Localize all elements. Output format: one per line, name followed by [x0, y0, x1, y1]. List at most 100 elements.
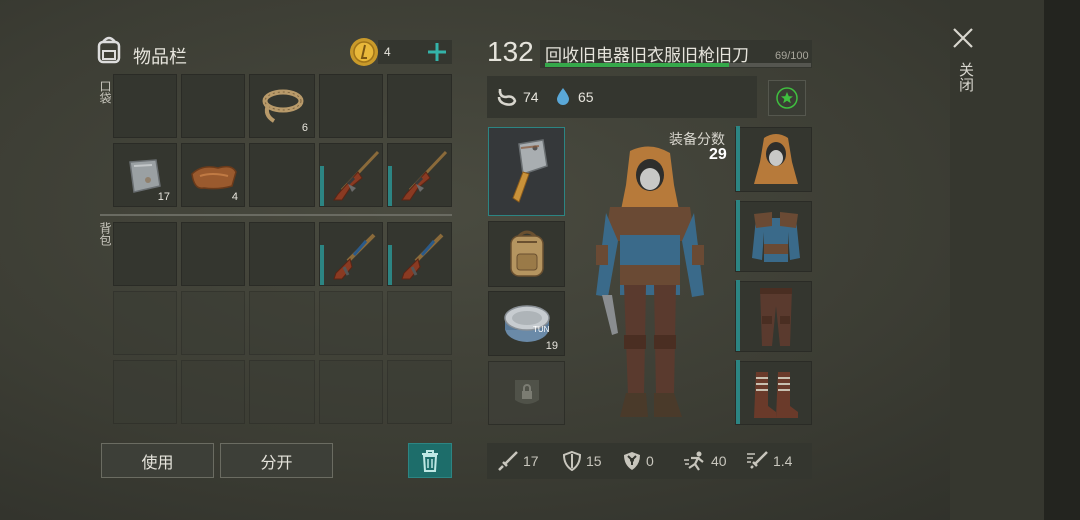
backpack-slot-10[interactable]	[387, 291, 452, 355]
xp-bar-fill	[545, 63, 729, 67]
durability-bar	[320, 245, 324, 285]
tuna-count: 19	[545, 340, 558, 352]
favorite-button[interactable]	[768, 80, 806, 116]
chest-slot[interactable]	[735, 200, 812, 272]
use-button[interactable]: 使用	[101, 443, 214, 478]
close-button[interactable]: 关闭	[948, 24, 978, 104]
tuna-can-icon: TUN	[504, 305, 550, 342]
pocket-slot-metal[interactable]: 17	[113, 143, 177, 207]
backpack-slot-9[interactable]	[319, 291, 383, 355]
metal-plate-icon	[129, 159, 161, 193]
pocket-slot-5[interactable]	[387, 74, 452, 138]
durability-bar	[388, 245, 392, 285]
section-divider	[100, 214, 452, 216]
weapon-slot-cleaver[interactable]	[488, 127, 565, 216]
pocket-label: 口袋	[98, 80, 112, 104]
shield-icon	[562, 450, 582, 472]
backpack-slot-13[interactable]	[249, 360, 315, 424]
pocket-slot-1[interactable]	[113, 74, 177, 138]
coin-icon	[349, 37, 379, 67]
backpack-slot-12[interactable]	[181, 360, 245, 424]
metal-count: 17	[157, 191, 170, 203]
running-icon	[684, 451, 704, 471]
close-label: 关闭	[957, 62, 974, 92]
backpack-equip-slot[interactable]	[488, 221, 565, 287]
backpack-item-icon	[510, 230, 544, 277]
backpack-slot-pistol-1[interactable]	[319, 222, 383, 286]
backpack-slot-pistol-2[interactable]	[387, 222, 452, 286]
pocket-slot-rifle-2[interactable]	[387, 143, 452, 207]
backpack-slot-3[interactable]	[249, 222, 315, 286]
legs-slot[interactable]	[735, 280, 812, 352]
water-drop-icon	[557, 88, 569, 105]
split-button[interactable]: 分开	[220, 443, 333, 478]
locked-slot[interactable]	[488, 361, 565, 425]
defense-stat: 15	[562, 443, 602, 479]
trash-icon	[422, 449, 438, 472]
inventory-title: 物品栏	[133, 47, 187, 67]
durability-bar	[320, 166, 324, 206]
pocket-slot-4[interactable]	[319, 74, 383, 138]
pocket-slot-2[interactable]	[181, 74, 245, 138]
hunger-value: 74	[523, 89, 539, 105]
stomach-icon	[497, 89, 517, 106]
durability-bar	[736, 280, 740, 351]
shotgun-icon	[401, 233, 444, 280]
attack-stat: 17	[497, 443, 539, 479]
pants-icon	[760, 288, 792, 346]
attack-value: 17	[523, 453, 539, 469]
speed-stat: 40	[683, 443, 727, 479]
gear-score-value: 29	[709, 146, 727, 163]
speed-value: 40	[711, 453, 727, 469]
delete-button[interactable]	[408, 443, 452, 478]
backpack-slot-7[interactable]	[181, 291, 245, 355]
close-icon	[953, 28, 973, 48]
backpack-icon	[94, 34, 124, 66]
edge-strip	[1044, 0, 1080, 520]
rifle-icon	[333, 150, 380, 201]
pocket-slot-leather[interactable]: 4	[181, 143, 245, 207]
hood-icon	[754, 134, 798, 184]
shotgun-icon	[333, 233, 376, 280]
pocket-slot-rope[interactable]: 6	[249, 74, 315, 138]
sword-icon	[498, 451, 518, 471]
jacket-icon	[752, 212, 800, 262]
attack-speed-value: 1.4	[773, 453, 793, 469]
feet-slot[interactable]	[735, 360, 812, 425]
xp-text: 69/100	[775, 50, 809, 62]
backpack-slot-11[interactable]	[113, 360, 177, 424]
leather-count: 4	[231, 191, 238, 203]
defense-value: 15	[586, 453, 602, 469]
pocket-slot-8[interactable]	[249, 143, 315, 207]
lock-icon	[515, 380, 539, 404]
backpack-slot-6[interactable]	[113, 291, 177, 355]
backpack-slot-1[interactable]	[113, 222, 177, 286]
head-slot[interactable]	[735, 126, 812, 192]
cleaver-icon	[512, 139, 548, 203]
leather-icon	[191, 165, 237, 190]
thirst-value: 65	[578, 89, 594, 105]
backpack-slot-14[interactable]	[319, 360, 383, 424]
radiation-shield-icon	[624, 452, 640, 470]
backpack-slot-2[interactable]	[181, 222, 245, 286]
attack-speed-stat: 1.4	[745, 443, 792, 479]
coin-count: 4	[384, 45, 391, 59]
backpack-slot-15[interactable]	[387, 360, 452, 424]
backpack-slot-8[interactable]	[249, 291, 315, 355]
durability-bar	[736, 360, 740, 424]
character-level: 132	[487, 36, 534, 67]
rifle-icon	[401, 150, 448, 201]
add-coins-button[interactable]	[425, 38, 449, 66]
durability-bar	[736, 126, 740, 191]
boots-icon	[754, 372, 798, 418]
radiation-value: 0	[646, 453, 654, 469]
consumable-slot-tuna[interactable]: TUN 19	[488, 291, 565, 356]
backpack-label: 背包	[98, 222, 112, 246]
rope-count: 6	[301, 122, 308, 134]
svg-text:TUN: TUN	[533, 325, 550, 334]
durability-bar	[736, 200, 740, 271]
xp-bar-track	[545, 63, 811, 67]
pocket-slot-rifle-1[interactable]	[319, 143, 383, 207]
durability-bar	[388, 166, 392, 206]
swift-sword-icon	[747, 451, 768, 469]
